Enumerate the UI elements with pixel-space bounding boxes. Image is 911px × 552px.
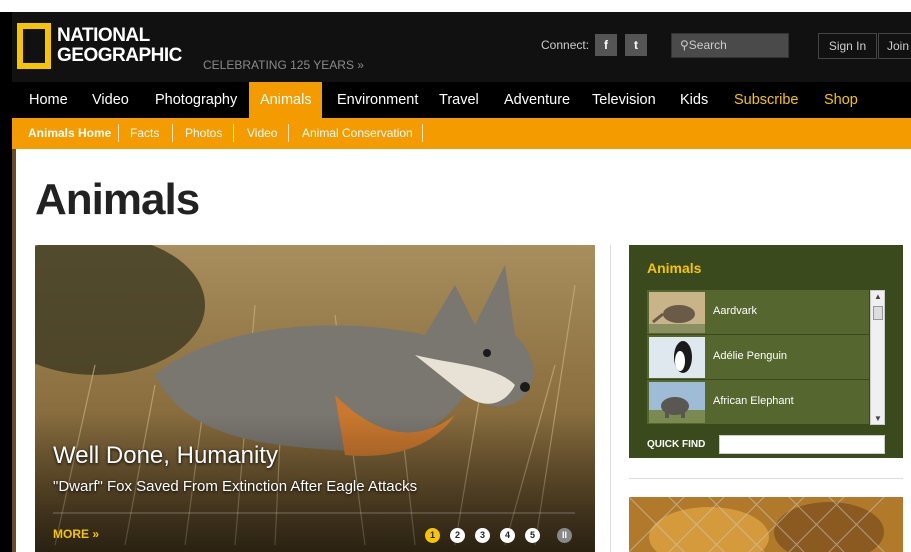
join-button[interactable]: Join	[878, 33, 911, 59]
subnav-separator	[288, 124, 289, 142]
logo-wordmark[interactable]: NATIONAL GEOGRAPHIC	[57, 26, 182, 66]
main-nav: Home Video Photography Animals Environme…	[12, 82, 911, 118]
hero-more-link[interactable]: MORE »	[53, 527, 99, 541]
sidebar-divider	[629, 478, 903, 479]
nav-kids[interactable]: Kids	[680, 82, 708, 118]
subnav-separator	[422, 124, 423, 142]
list-item-label: Adélie Penguin	[713, 350, 788, 362]
subnav-photos[interactable]: Photos	[185, 126, 222, 140]
elephant-thumbnail	[649, 382, 705, 423]
top-strip	[0, 0, 911, 12]
site-header: NATIONAL GEOGRAPHIC CELEBRATING 125 YEAR…	[12, 12, 911, 82]
content-left-border	[12, 149, 16, 552]
search-placeholder: Search	[688, 38, 727, 52]
nav-photography[interactable]: Photography	[155, 82, 237, 118]
window-left-edge	[0, 12, 12, 552]
quick-find-label: QUICK FIND	[647, 439, 706, 450]
nav-home[interactable]: Home	[29, 82, 68, 118]
aardvark-thumbnail	[649, 292, 705, 333]
connect-label: Connect:	[541, 38, 590, 52]
subnav-separator	[118, 124, 119, 142]
nav-television[interactable]: Television	[592, 82, 656, 118]
sub-nav: Animals Home Facts Photos Video Animal C…	[12, 118, 911, 149]
nav-environment[interactable]: Environment	[337, 82, 418, 118]
nav-animals[interactable]: Animals	[249, 82, 322, 118]
facebook-icon[interactable]: f	[595, 34, 617, 56]
subnav-separator	[233, 124, 234, 142]
animals-list-scrollbar[interactable]: ▲ ▼	[870, 290, 885, 425]
list-item-label: Aardvark	[713, 305, 758, 317]
natgeo-logo-icon[interactable]	[17, 23, 51, 69]
scrollbar-thumb[interactable]	[873, 306, 883, 320]
logo-line2: GEOGRAPHIC	[57, 45, 182, 66]
scroll-down-icon[interactable]: ▼	[874, 414, 882, 423]
sign-in-button[interactable]: Sign In	[818, 33, 877, 59]
subnav-animal-conservation[interactable]: Animal Conservation	[302, 126, 413, 140]
nav-subscribe[interactable]: Subscribe	[734, 82, 798, 118]
slide-dot-3[interactable]: 3	[475, 528, 490, 543]
subnav-animals-home[interactable]: Animals Home	[28, 126, 111, 140]
animals-list[interactable]: Aardvark Adélie Penguin African Elephant	[647, 290, 869, 425]
slide-dot-2[interactable]: 2	[450, 528, 465, 543]
page: NATIONAL GEOGRAPHIC CELEBRATING 125 YEAR…	[0, 0, 911, 552]
celebrating-link[interactable]: CELEBRATING 125 YEARS »	[203, 58, 364, 72]
list-item-african-elephant[interactable]: African Elephant	[647, 380, 869, 425]
logo-line1: NATIONAL	[57, 25, 150, 46]
hero-headline[interactable]: Well Done, Humanity	[53, 442, 278, 470]
penguin-thumbnail	[649, 337, 705, 378]
fox-photo	[35, 245, 595, 552]
nav-shop[interactable]: Shop	[824, 82, 858, 118]
quick-find-input[interactable]	[719, 435, 885, 454]
subnav-separator	[172, 124, 173, 142]
promo-image[interactable]	[629, 497, 903, 552]
animals-widget-title: Animals	[647, 260, 702, 276]
animals-widget: Animals Aardvark Adélie Penguin African …	[629, 245, 903, 458]
slide-dot-1[interactable]: 1	[425, 528, 440, 543]
hero-subhead[interactable]: "Dwarf" Fox Saved From Extinction After …	[53, 478, 417, 495]
nav-video[interactable]: Video	[92, 82, 129, 118]
search-input[interactable]: ⚲Search	[671, 33, 789, 58]
list-item-aardvark[interactable]: Aardvark	[647, 290, 869, 335]
nav-travel[interactable]: Travel	[439, 82, 479, 118]
page-title: Animals	[35, 175, 200, 224]
subnav-video[interactable]: Video	[247, 126, 277, 140]
list-item-adelie-penguin[interactable]: Adélie Penguin	[647, 335, 869, 380]
hero-slideshow[interactable]: Well Done, Humanity "Dwarf" Fox Saved Fr…	[35, 245, 595, 552]
twitter-icon[interactable]: t	[625, 34, 647, 56]
scroll-up-icon[interactable]: ▲	[874, 292, 882, 301]
subnav-facts[interactable]: Facts	[130, 126, 159, 140]
column-divider	[610, 245, 611, 552]
slide-dot-5[interactable]: 5	[525, 528, 540, 543]
pause-icon[interactable]: II	[557, 528, 572, 543]
slide-dot-4[interactable]: 4	[500, 528, 515, 543]
search-icon: ⚲	[680, 38, 689, 52]
nav-adventure[interactable]: Adventure	[504, 82, 570, 118]
list-item-label: African Elephant	[713, 395, 794, 407]
